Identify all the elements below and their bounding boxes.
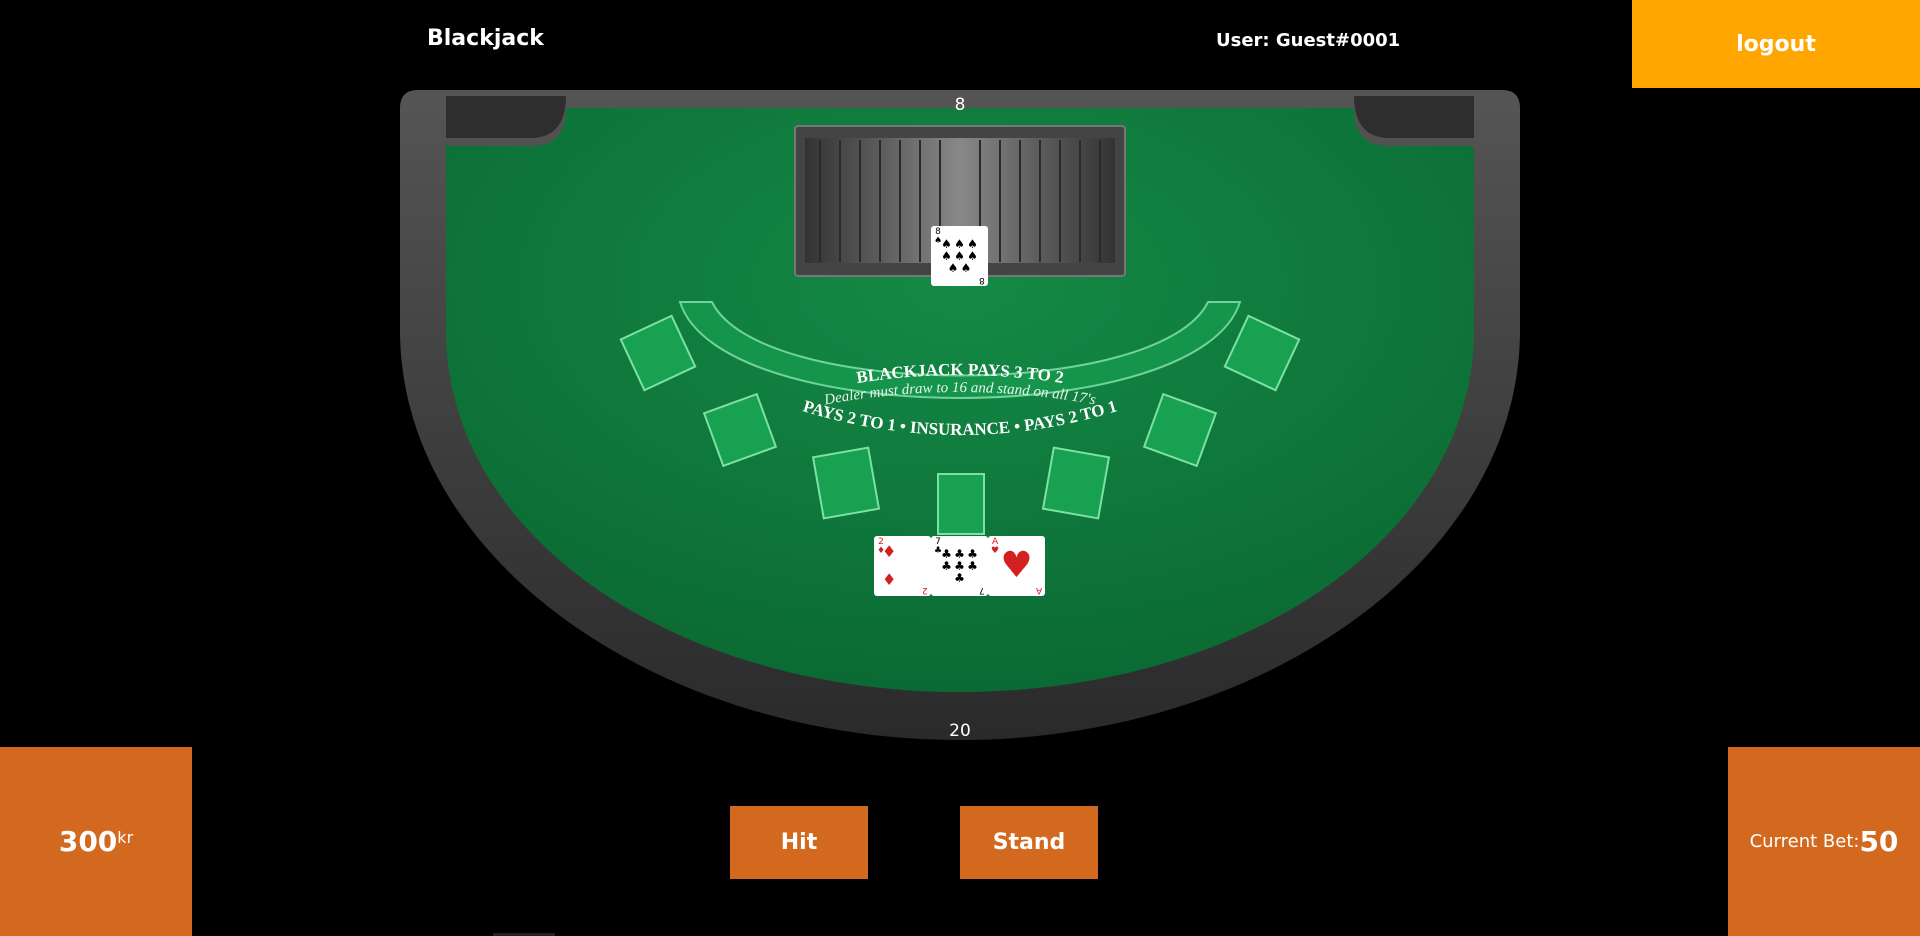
stand-button[interactable]: Stand [960,806,1098,879]
current-bet-panel: Current Bet: 50 [1728,747,1920,936]
player-card: 7 ♣ ♣ ♣ ♣ ♣ ♣ ♣ ♣ 7 [931,536,988,596]
rail-notch-right [1354,96,1474,138]
balance-unit: kr [117,828,134,847]
dealer-count: 8 [954,95,966,115]
player-count: 20 [949,721,971,741]
card-corner: A [1035,585,1042,595]
hit-button[interactable]: Hit [730,806,868,879]
bet-spot-3 [811,446,881,520]
rail-notch-left [446,96,566,138]
card-corner: 8 [979,275,985,285]
card-ace-pip: ♥ [1000,545,1033,586]
balance-panel: 300 kr [0,747,192,936]
player-card: A ♥ ♥ A [988,536,1045,596]
card-pips: ♠ ♠ ♠ ♠ ♠ ♠ ♠ ♠ [941,237,978,275]
bet-spot-4 [937,473,985,535]
card-pips: ♦ ♦ [882,542,897,589]
card-pips: ♣ ♣ ♣ ♣ ♣ ♣ ♣ [941,547,978,585]
player-card: 2 ♦ ♦ ♦ 2 [874,536,931,596]
current-bet-label: Current Bet: [1749,831,1860,852]
card-corner: 7 [979,585,985,595]
balance-amount: 300 [58,825,118,858]
card-corner: 2 [922,585,928,595]
blackjack-table: BLACKJACK PAYS 3 TO 2 Dealer must draw t… [400,90,1520,740]
current-bet-value: 50 [1859,825,1899,858]
dealer-card: 8 ♠ ♠ ♠ ♠ ♠ ♠ ♠ ♠ ♠ 8 [931,226,988,286]
bet-spot-5 [1041,446,1111,520]
